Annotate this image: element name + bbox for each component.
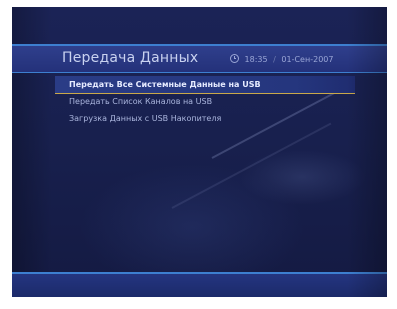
header-bottom-line: [12, 72, 387, 73]
menu-item-label: Загрузка Данных с USB Накопителя: [69, 114, 222, 123]
date-text: 01-Сен-2007: [281, 55, 334, 64]
title-bar: Передача Данных 18:35 / 01-Сен-2007: [12, 46, 387, 72]
tv-screen: Передача Данных 18:35 / 01-Сен-2007 Пере…: [12, 7, 387, 297]
page-title: Передача Данных: [62, 50, 199, 66]
menu-item-load-from-usb[interactable]: Загрузка Данных с USB Накопителя: [55, 110, 355, 127]
menu-item-transfer-channel-list[interactable]: Передать Список Каналов на USB: [55, 93, 355, 110]
footer-band: [12, 274, 387, 297]
data-transfer-menu: Передать Все Системные Данные на USB Пер…: [55, 76, 355, 127]
menu-item-label: Передать Список Каналов на USB: [69, 97, 213, 106]
datetime-separator: /: [273, 55, 276, 64]
time-text: 18:35: [244, 55, 268, 64]
datetime-display: 18:35 / 01-Сен-2007: [230, 54, 333, 64]
menu-item-transfer-all-system-data[interactable]: Передать Все Системные Данные на USB: [55, 76, 355, 94]
clock-icon: [230, 54, 239, 63]
menu-item-label: Передать Все Системные Данные на USB: [69, 80, 261, 89]
